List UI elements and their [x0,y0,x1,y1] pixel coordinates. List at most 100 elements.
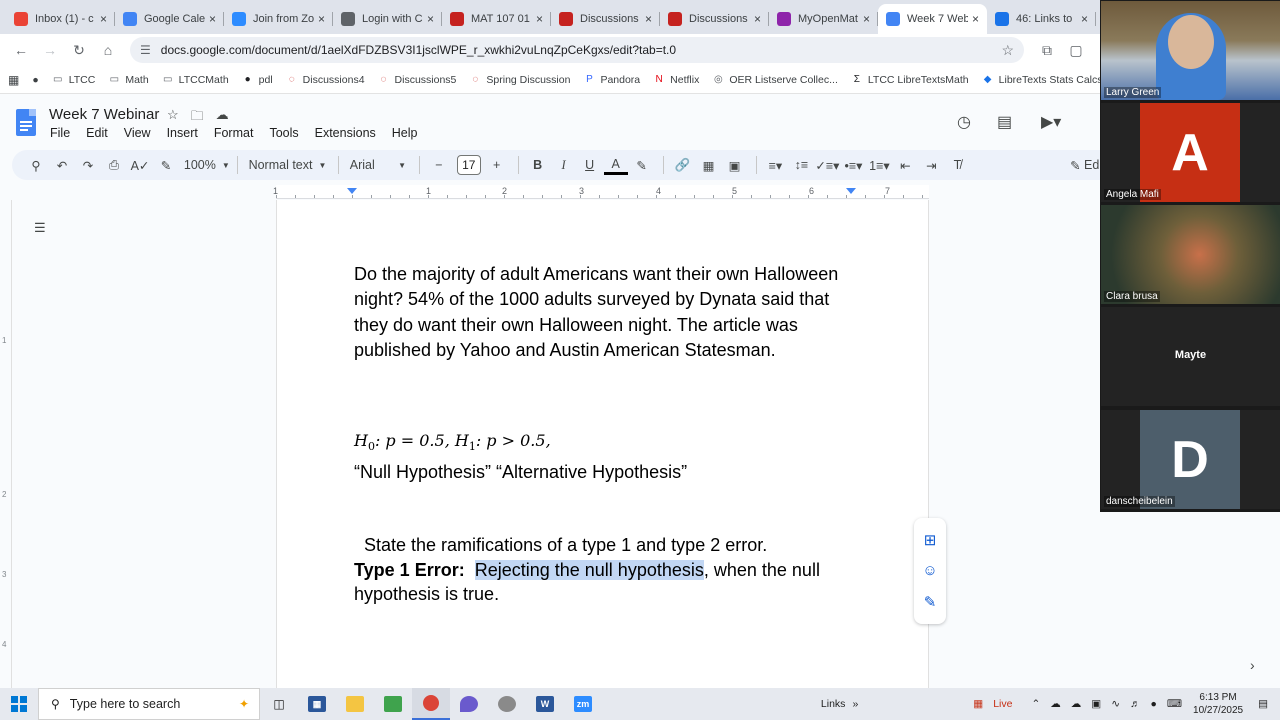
menu-help[interactable]: Help [392,126,418,140]
browser-tab[interactable]: 46: Links to × [987,4,1096,34]
browser-tab[interactable]: Login with C × [333,4,442,34]
bookmark-item[interactable]: ◆ LibreTexts Stats Calcs [982,74,1100,86]
onedrive-icon[interactable]: ☁ [1071,698,1082,710]
paint-format-icon[interactable]: ✎ [154,153,178,177]
bookmark-star-icon[interactable]: ☆ [1001,42,1014,59]
question-paragraph[interactable]: Do the majority of adult Americans want … [354,262,854,363]
menu-tools[interactable]: Tools [269,126,298,140]
vertical-ruler[interactable]: 1 2 3 4 [0,200,12,688]
underline-icon[interactable]: U [578,153,602,177]
numbered-list-icon[interactable]: 1≡▾ [867,153,891,177]
chevron-right-icon[interactable]: › [1250,657,1255,673]
highlight-icon[interactable]: ✎ [630,153,654,177]
browser-tab[interactable]: Join from Zo × [224,4,333,34]
meet-icon[interactable]: ▶▾ [1041,112,1061,132]
menu-format[interactable]: Format [214,126,254,140]
hypotheses-equation[interactable]: H0: p = 0.5, H1: p > 0.5, [354,431,551,453]
document-outline-icon[interactable]: ☰ [34,220,46,236]
bookmark-item[interactable]: ● pdl [242,74,273,86]
close-tab-icon[interactable]: × [1081,12,1088,26]
volume-icon[interactable]: ♬ [1130,698,1141,710]
line-spacing-icon[interactable]: ↕≡ [789,153,813,177]
docs-logo-icon[interactable] [16,109,36,136]
bookmark-item[interactable]: ◌ Spring Discussion [469,74,570,86]
decrease-font-size-icon[interactable]: − [427,153,451,177]
increase-indent-icon[interactable]: ⇥ [919,153,943,177]
windows-start-icon[interactable] [0,688,38,720]
hypothesis-names[interactable]: “Null Hypothesis” “Alternative Hypothesi… [354,462,687,483]
live-app-icon[interactable]: ▦ [973,698,983,710]
wifi-icon[interactable]: ∿ [1111,698,1120,710]
insert-image-icon[interactable]: ▣ [723,153,747,177]
network-icon[interactable]: ☁ [1050,698,1061,710]
editing-mode-button[interactable]: ✎ Ed [1070,153,1099,177]
notifications-icon[interactable]: ▤ [1258,698,1268,710]
bookmark-item[interactable]: ▭ Math [108,74,149,86]
bookmark-item[interactable]: N Netflix [653,74,700,86]
browser-tab[interactable]: Inbox (1) - c × [6,4,115,34]
address-bar[interactable]: ☰ docs.google.com/document/d/1aelXdFDZBS… [130,37,1024,63]
redo-icon[interactable]: ↷ [76,153,100,177]
droplet-app-icon[interactable] [450,688,488,720]
back-icon[interactable]: ← [8,37,34,63]
app-icon[interactable]: ▦ [298,688,336,720]
menu-view[interactable]: View [124,126,151,140]
suggest-edits-icon[interactable]: ✎ [920,592,940,612]
browser-tab[interactable]: MAT 107 01 × [442,4,551,34]
horizontal-ruler[interactable]: 11234567 [273,185,929,199]
add-comment-icon[interactable]: ⊞ [920,530,940,550]
font-size-input[interactable]: 17 [456,155,481,175]
extensions-icon[interactable]: ⧉ [1034,37,1060,63]
undo-icon[interactable]: ↶ [50,153,74,177]
site-info-icon[interactable]: ☰ [140,43,151,57]
forward-icon[interactable]: → [37,37,63,63]
chevron-expand-icon[interactable]: » [852,698,858,710]
history-icon[interactable]: ◷ [957,112,971,132]
apps-icon[interactable]: ▦ [8,73,19,87]
close-tab-icon[interactable]: × [972,12,979,26]
close-tab-icon[interactable]: × [645,12,652,26]
mic-icon[interactable]: ● [1151,698,1157,710]
clear-formatting-icon[interactable]: T̸ [945,153,969,177]
style-select[interactable]: Normal text ▼ [245,153,329,177]
emoji-reaction-icon[interactable]: ☺ [920,561,940,581]
close-tab-icon[interactable]: × [318,12,325,26]
close-tab-icon[interactable]: × [754,12,761,26]
decrease-indent-icon[interactable]: ⇤ [893,153,917,177]
bookmark-item[interactable]: ▭ LTCC [52,74,95,86]
task-view-icon[interactable]: ◫ [260,688,298,720]
close-tab-icon[interactable]: × [863,12,870,26]
satellite-app-icon[interactable] [488,688,526,720]
menu-edit[interactable]: Edit [86,126,108,140]
keyboard-icon[interactable]: ⌨ [1167,698,1182,710]
participant-tile[interactable]: Mayte [1101,307,1280,406]
bookmark-item[interactable]: Σ LTCC LibreTextsMath [851,74,969,86]
bookmark-item[interactable]: P Pandora [583,74,640,86]
github-icon[interactable]: ● [32,74,38,86]
close-tab-icon[interactable]: × [100,12,107,26]
chrome-icon[interactable] [412,688,450,720]
links-toolbar[interactable]: Links [821,698,846,710]
add-comment-icon[interactable]: ▦ [697,153,721,177]
participant-tile[interactable]: Clara brusa [1101,205,1280,304]
bulleted-list-icon[interactable]: •≡▾ [841,153,865,177]
italic-icon[interactable]: I [552,153,576,177]
live-label[interactable]: Live [993,698,1012,710]
text-color-icon[interactable]: A [603,155,628,175]
left-indent-marker[interactable] [347,188,357,194]
browser-tab[interactable]: Google Cale × [115,4,224,34]
document-page[interactable]: Do the majority of adult Americans want … [276,200,929,688]
taskbar-search[interactable]: ⚲ Type here to search ✦ [38,688,260,720]
print-icon[interactable]: ⎙ [102,153,126,177]
search-menus-icon[interactable]: ⚲ [24,153,48,177]
show-hidden-icons[interactable]: ⌃ [1031,698,1040,710]
file-explorer-icon[interactable] [336,688,374,720]
close-tab-icon[interactable]: × [209,12,216,26]
document-title[interactable]: Week 7 Webinar [49,106,159,123]
bookmark-item[interactable]: ◌ Discussions5 [378,74,457,86]
close-tab-icon[interactable]: × [536,12,543,26]
bookmark-item[interactable]: ◌ Discussions4 [286,74,365,86]
spellcheck-icon[interactable]: A✓ [128,153,152,177]
bold-icon[interactable]: B [526,153,550,177]
zoom-select[interactable]: 100% ▼ [184,153,230,177]
